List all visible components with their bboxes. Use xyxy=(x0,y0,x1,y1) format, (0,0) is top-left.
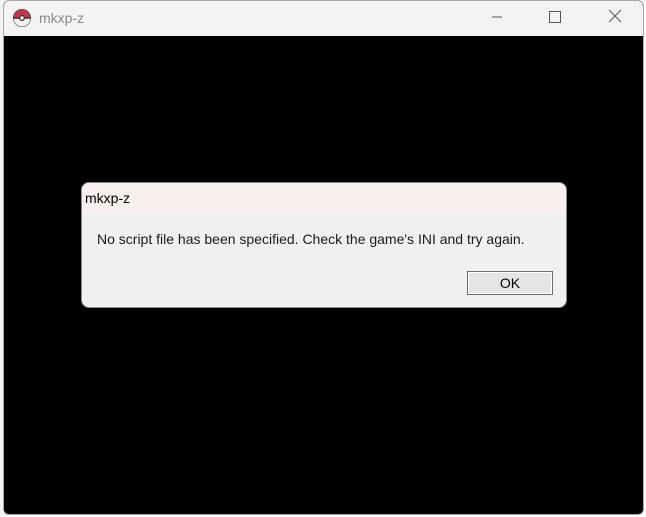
maximize-icon xyxy=(549,10,561,28)
maximize-button[interactable] xyxy=(526,1,584,36)
window-titlebar[interactable]: mkxp-z xyxy=(4,1,643,36)
close-button[interactable] xyxy=(586,1,643,36)
minimize-button[interactable] xyxy=(468,1,526,36)
error-dialog: mkxp-z No script file has been specified… xyxy=(81,182,567,308)
minimize-icon xyxy=(491,10,503,28)
dialog-title: mkxp-z xyxy=(85,190,131,206)
close-icon xyxy=(608,9,622,28)
window-title: mkxp-z xyxy=(39,10,85,26)
dialog-titlebar[interactable]: mkxp-z xyxy=(82,183,566,214)
dialog-message: No script file has been specified. Check… xyxy=(97,231,525,247)
pokeball-icon xyxy=(12,8,32,28)
ok-button[interactable]: OK xyxy=(467,271,553,295)
